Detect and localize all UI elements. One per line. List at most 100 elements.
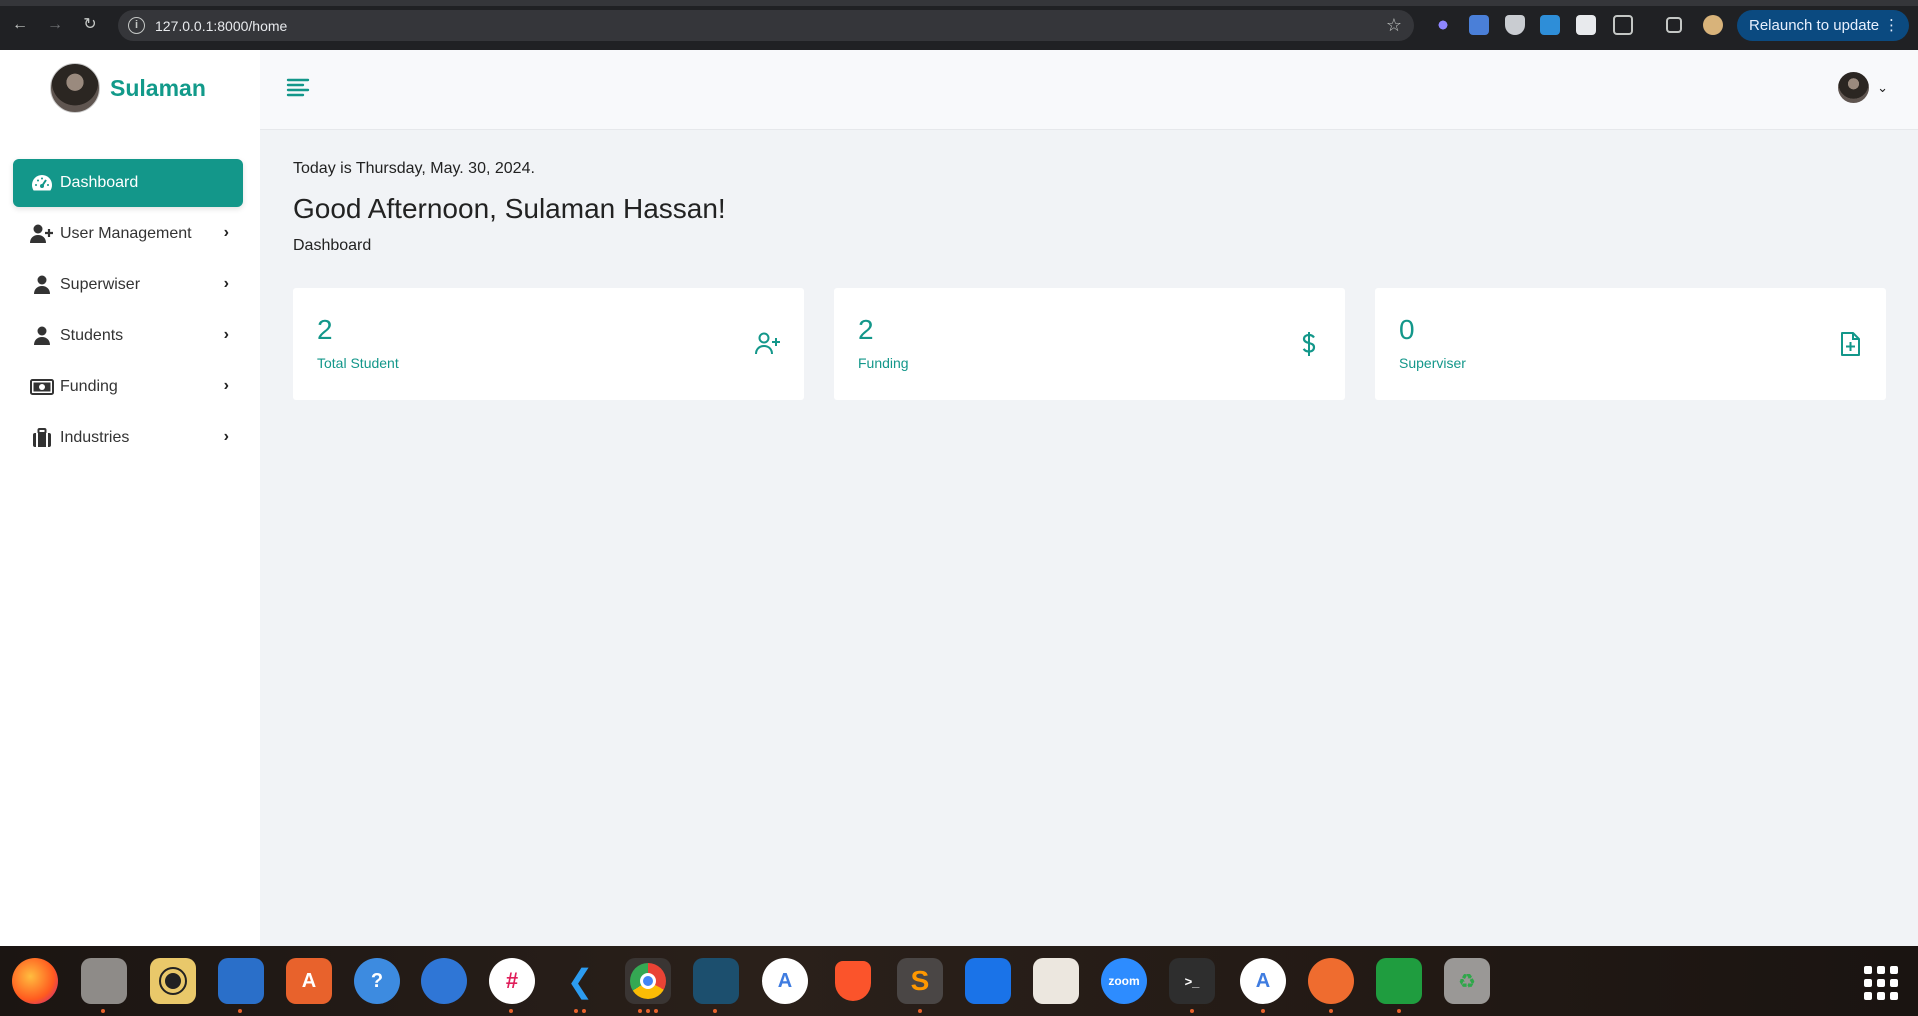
sidebar-item-dashboard[interactable]: Dashboard [13, 159, 243, 207]
vscode-icon[interactable]: ❮ [557, 958, 603, 1004]
user-plus-icon [754, 330, 782, 358]
date-text: Today is Thursday, May. 30, 2024. [293, 160, 535, 177]
running-indicator [713, 1009, 717, 1013]
relaunch-label: Relaunch to update [1749, 17, 1880, 34]
os-dock: A ? # ❮ A S zoom >_ A ♻ [0, 946, 1918, 1016]
zoom-icon[interactable]: zoom [1101, 958, 1147, 1004]
stat-value: 2 [317, 314, 333, 345]
android-studio-icon[interactable]: A [762, 958, 808, 1004]
user-plus-icon [30, 224, 54, 244]
running-indicator [1190, 1009, 1194, 1013]
sidebar-item-user-management[interactable]: User Management › [13, 210, 243, 258]
extensions-puzzle-icon[interactable] [1613, 15, 1633, 35]
forward-icon[interactable]: → [45, 15, 65, 35]
shield-extension-icon[interactable] [1505, 15, 1525, 35]
money-bill-icon [30, 377, 54, 397]
app-center-icon[interactable]: A [286, 958, 332, 1004]
rhythmbox-icon[interactable] [150, 958, 196, 1004]
address-bar[interactable]: i 127.0.0.1:8000/home ☆ [118, 10, 1414, 41]
sidebar-item-funding[interactable]: Funding › [13, 363, 243, 411]
search-extension-icon[interactable] [1576, 15, 1596, 35]
browser-toolbar: ← → ↻ i 127.0.0.1:8000/home ☆ Relaunch t… [0, 0, 1918, 50]
sidebar-item-label: Students [60, 327, 124, 344]
user-icon [30, 326, 54, 346]
running-indicator [1397, 1009, 1401, 1013]
document-viewer-icon[interactable] [1033, 958, 1079, 1004]
relaunch-button[interactable]: Relaunch to update ⋮ [1737, 10, 1909, 41]
stat-card-funding[interactable]: 2 Funding [834, 288, 1345, 400]
help-icon[interactable]: ? [354, 958, 400, 1004]
firefox-icon[interactable] [12, 958, 58, 1004]
trello-icon[interactable] [965, 958, 1011, 1004]
chevron-right-icon: › [223, 326, 229, 343]
stats-cards: 2 Total Student 2 Funding 0 Superviser [293, 288, 1888, 400]
back-icon[interactable]: ← [10, 15, 30, 35]
translate-extension-icon[interactable] [1469, 15, 1489, 35]
running-indicator [582, 1009, 586, 1013]
trash-icon[interactable]: ♻ [1444, 958, 1490, 1004]
running-indicator [509, 1009, 513, 1013]
tab-strip [0, 0, 1918, 6]
brand-name: Sulaman [110, 74, 206, 101]
running-indicator [574, 1009, 578, 1013]
gauge-icon [30, 173, 54, 193]
running-indicator [638, 1009, 642, 1013]
dollar-icon [1295, 330, 1323, 358]
sublime-text-icon[interactable]: S [897, 958, 943, 1004]
running-indicator [1329, 1009, 1333, 1013]
sidebar-item-label: Dashboard [60, 174, 139, 191]
sidebar-item-superwiser[interactable]: Superwiser › [13, 261, 243, 309]
menu-toggle-icon[interactable] [286, 76, 310, 100]
sidebar-item-industries[interactable]: Industries › [13, 414, 243, 462]
side-panel-icon[interactable] [1666, 17, 1682, 33]
user-menu[interactable]: ⌄ [1838, 72, 1888, 103]
site-info-icon[interactable]: i [128, 17, 145, 34]
files-icon[interactable] [81, 958, 127, 1004]
sidebar-item-label: User Management [60, 225, 192, 242]
software-updater-icon[interactable]: A [1240, 958, 1286, 1004]
sidebar-item-students[interactable]: Students › [13, 312, 243, 360]
brand[interactable]: Sulaman [50, 62, 206, 114]
sidebar-menu: Dashboard User Management › Superwiser ›… [13, 159, 243, 465]
thunderbird-icon[interactable] [421, 958, 467, 1004]
top-header: ⌄ [260, 50, 1918, 130]
chrome-icon[interactable] [625, 958, 671, 1004]
breadcrumb: Dashboard [293, 237, 372, 254]
reload-icon[interactable]: ↻ [80, 15, 100, 35]
extension-icon[interactable] [1433, 15, 1453, 35]
stat-value: 2 [858, 314, 874, 345]
sidebar-item-label: Superwiser [60, 276, 141, 293]
url-text: 127.0.0.1:8000/home [155, 18, 288, 34]
chevron-right-icon: › [223, 224, 229, 241]
slack-icon[interactable]: # [489, 958, 535, 1004]
more-vert-icon[interactable]: ⋮ [1884, 10, 1899, 41]
brave-icon[interactable] [830, 958, 876, 1004]
running-indicator [654, 1009, 658, 1013]
stat-label: Superviser [1399, 355, 1466, 371]
chevron-down-icon: ⌄ [1877, 79, 1888, 95]
libreoffice-calc-icon[interactable] [1376, 958, 1422, 1004]
libreoffice-writer-icon[interactable] [218, 958, 264, 1004]
fi-extension-icon[interactable] [1540, 15, 1560, 35]
terminal-icon[interactable]: >_ [1169, 958, 1215, 1004]
mysql-workbench-icon[interactable] [693, 958, 739, 1004]
stat-card-total-student[interactable]: 2 Total Student [293, 288, 804, 400]
greeting-heading: Good Afternoon, Sulaman Hassan! [293, 193, 726, 224]
profile-avatar-icon[interactable] [1703, 15, 1723, 35]
brand-avatar [50, 63, 100, 113]
sidebar-item-label: Industries [60, 429, 130, 446]
bookmark-star-icon[interactable]: ☆ [1386, 15, 1402, 36]
user-avatar [1838, 72, 1870, 103]
stat-card-superviser[interactable]: 0 Superviser [1375, 288, 1886, 400]
running-indicator [101, 1009, 105, 1013]
chevron-right-icon: › [223, 275, 229, 292]
user-icon [30, 275, 54, 295]
file-plus-icon [1836, 330, 1864, 358]
running-indicator [1261, 1009, 1265, 1013]
postman-icon[interactable] [1308, 958, 1354, 1004]
stat-label: Funding [858, 355, 909, 371]
running-indicator [646, 1009, 650, 1013]
show-apps-icon[interactable] [1864, 966, 1898, 1000]
chevron-right-icon: › [223, 428, 229, 445]
sidebar-item-label: Funding [60, 378, 118, 395]
